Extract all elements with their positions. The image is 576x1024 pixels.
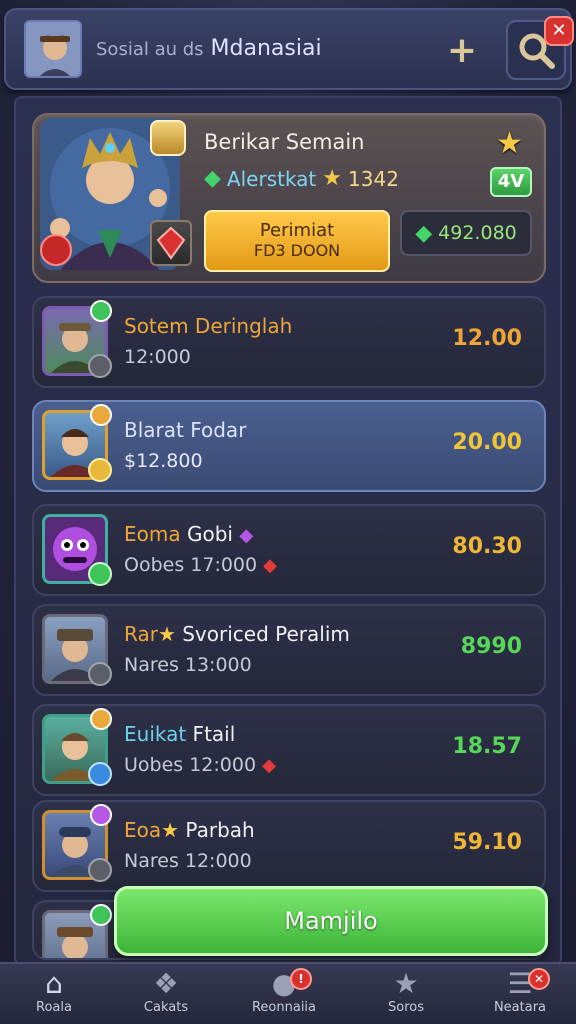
app-title-main: Mdanasiai bbox=[210, 36, 322, 61]
item-price: 59.10 bbox=[452, 830, 522, 855]
promo-button[interactable]: Perimiat FD3 DOON bbox=[204, 210, 390, 272]
bottom-nav: ⌂ Roala ❖ Cakats ● Reonnaiia ! ★ Soros ☰… bbox=[0, 962, 576, 1024]
chat-icon: ● bbox=[271, 967, 297, 1000]
alert-badge-icon bbox=[40, 234, 72, 266]
star-icon: ★ bbox=[393, 967, 419, 1000]
red-gem-icon bbox=[156, 226, 186, 260]
level-value: 1342 bbox=[348, 166, 399, 191]
gem-balance[interactable]: ◆ 492.080 bbox=[400, 210, 532, 256]
item-title: Euikat Ftail bbox=[124, 722, 236, 746]
promo-line-2: FD3 DOON bbox=[253, 241, 341, 260]
blue-badge-icon bbox=[88, 762, 112, 786]
item-subtitle: Oobes 17:000 ◆ bbox=[124, 554, 278, 576]
chat-badge-icon bbox=[88, 662, 112, 686]
list-item[interactable]: Rar★ Svoriced Peralim Nares 13:000 8990 bbox=[32, 604, 546, 696]
confirm-button[interactable]: Mamjilo bbox=[114, 886, 548, 956]
promo-line-1: Perimiat bbox=[259, 220, 335, 241]
star-icon: ★ bbox=[322, 166, 343, 191]
green-badge-icon bbox=[88, 562, 112, 586]
purple-badge-icon bbox=[90, 804, 112, 826]
red-gem-icon: ◆ bbox=[262, 755, 276, 776]
list-item[interactable]: Sotem Deringlah 12:000 12.00 bbox=[32, 296, 546, 388]
item-price: 80.30 bbox=[452, 534, 522, 559]
item-title: Eoa★ Parbah bbox=[124, 818, 255, 842]
rank-badge-icon bbox=[150, 120, 186, 156]
player-avatar[interactable] bbox=[24, 20, 82, 78]
item-subtitle: $12.800 bbox=[124, 450, 203, 472]
list-item[interactable]: Euikat Ftail Uobes 12:000 ◆ 18.57 bbox=[32, 704, 546, 796]
nav-label: Reonnaiia bbox=[251, 1000, 317, 1015]
item-title: Eoma Gobi ◆ bbox=[124, 522, 254, 546]
plus-icon[interactable]: + bbox=[444, 33, 480, 70]
nav-label: Neatara bbox=[493, 1000, 547, 1015]
top-bar: Sosial au ds Mdanasiai + ✕ bbox=[4, 8, 574, 90]
item-title: Sotem Deringlah bbox=[124, 314, 293, 338]
gem-amount: 492.080 bbox=[438, 222, 517, 244]
list-item[interactable]: Eoa★ Parbah Nares 12:000 59.10 bbox=[32, 800, 546, 892]
item-slot-icon[interactable] bbox=[150, 220, 192, 266]
gem-badge-icon bbox=[90, 300, 112, 322]
gem-badge-icon bbox=[90, 904, 112, 926]
chat-badge-icon bbox=[88, 858, 112, 882]
avatar-portrait-icon bbox=[26, 22, 80, 76]
level-badge: 4V bbox=[490, 167, 532, 197]
nav-label: Roala bbox=[36, 1000, 72, 1015]
close-badge-icon: ✕ bbox=[528, 968, 550, 990]
red-gem-icon: ◆ bbox=[263, 555, 278, 576]
item-subtitle: Uobes 12:000 ◆ bbox=[124, 754, 276, 776]
nav-cards[interactable]: ❖ Cakats bbox=[116, 968, 216, 1024]
star-icon: ★ bbox=[157, 622, 176, 646]
nav-label: Cakats bbox=[143, 1000, 189, 1015]
star-icon: ★ bbox=[161, 818, 180, 842]
item-title: Blarat Fodar bbox=[124, 418, 247, 442]
app-title: Sosial au ds Mdanasiai bbox=[96, 36, 322, 61]
item-price: 8990 bbox=[460, 634, 522, 659]
emote-badge-icon bbox=[88, 458, 112, 482]
home-icon: ⌂ bbox=[45, 967, 63, 1000]
player-name: Berikar Semain bbox=[204, 130, 365, 154]
app-title-prefix: Sosial au ds bbox=[96, 39, 204, 60]
chat-badge-icon bbox=[88, 354, 112, 378]
level-label: Alerstkat bbox=[226, 166, 317, 191]
item-subtitle: 12:000 bbox=[124, 346, 191, 368]
nav-chat[interactable]: ● Reonnaiia ! bbox=[234, 968, 334, 1024]
item-price: 12.00 bbox=[452, 326, 522, 351]
player-stats: ◆ Alerstkat ★ 1342 bbox=[204, 166, 399, 191]
purple-gem-icon: ◆ bbox=[239, 525, 254, 546]
menu-icon: ☰ bbox=[507, 967, 533, 1000]
gold-badge-icon bbox=[90, 708, 112, 730]
item-title: Rar★ Svoriced Peralim bbox=[124, 622, 350, 646]
nav-scores[interactable]: ★ Soros bbox=[356, 968, 456, 1024]
notification-badge: ! bbox=[290, 968, 312, 990]
nav-menu[interactable]: ☰ Neatara ✕ bbox=[470, 968, 570, 1024]
cards-icon: ❖ bbox=[153, 967, 179, 1000]
nav-home[interactable]: ⌂ Roala bbox=[4, 968, 104, 1024]
favorite-star-icon[interactable]: ★ bbox=[496, 126, 523, 161]
item-subtitle: Nares 12:000 bbox=[124, 850, 252, 872]
item-subtitle: Nares 13:000 bbox=[124, 654, 252, 676]
item-price: 18.57 bbox=[452, 734, 522, 759]
list-item-selected[interactable]: Blarat Fodar $12.800 20.00 bbox=[32, 400, 546, 492]
nav-label: Soros bbox=[388, 1000, 424, 1015]
gem-icon: ◆ bbox=[415, 220, 433, 246]
close-icon[interactable]: ✕ bbox=[544, 16, 574, 46]
green-gem-icon: ◆ bbox=[204, 166, 221, 191]
list-item[interactable]: Eoma Gobi ◆ Oobes 17:000 ◆ 80.30 bbox=[32, 504, 546, 596]
item-price: 20.00 bbox=[452, 430, 522, 455]
gold-badge-icon bbox=[90, 404, 112, 426]
